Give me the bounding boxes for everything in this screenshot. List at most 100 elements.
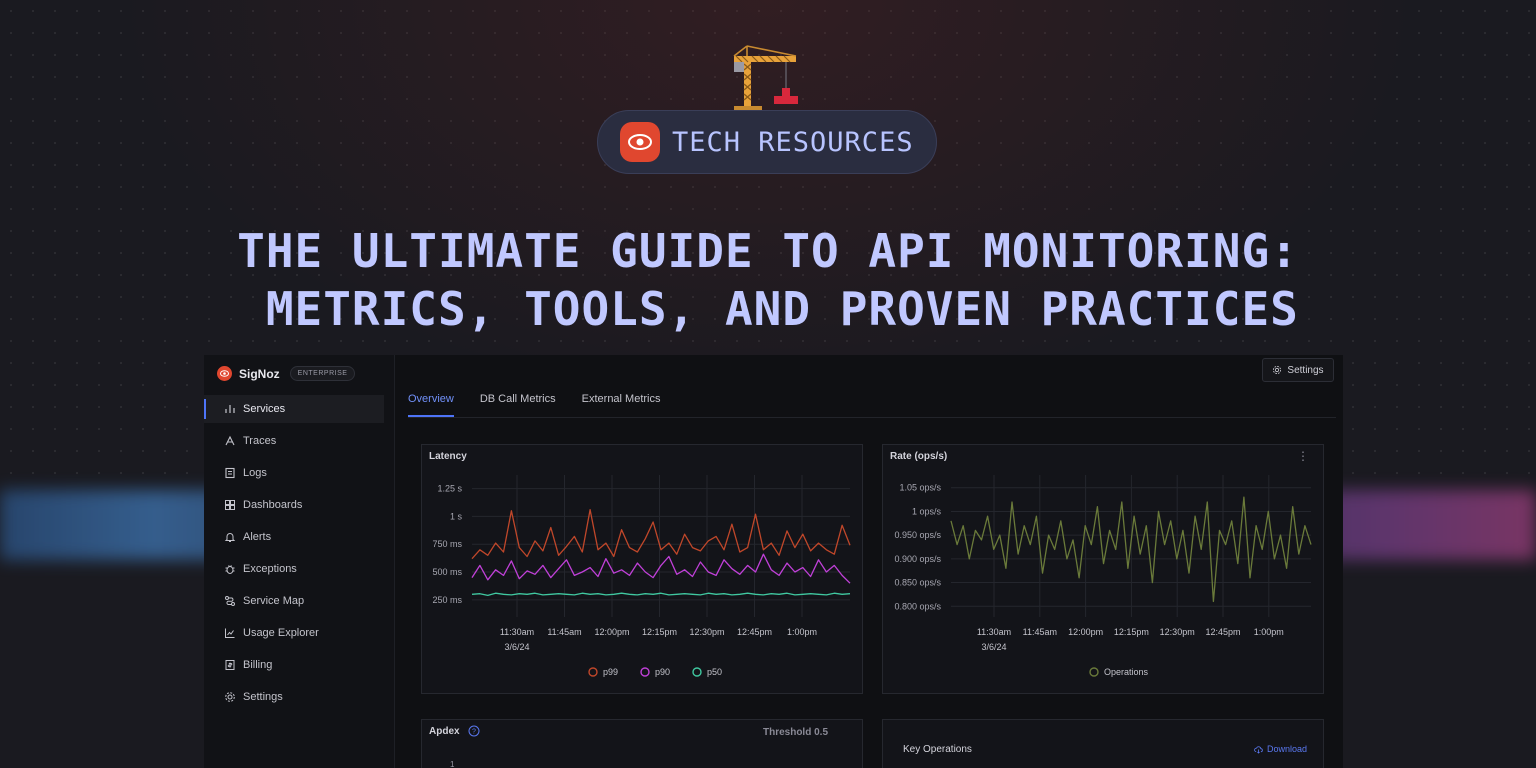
sidebar-item-billing[interactable]: Billing [204, 651, 394, 679]
settings-button-label: Settings [1287, 364, 1324, 376]
signoz-app-window: SigNoz ENTERPRISE Services Traces Logs D… [204, 355, 1343, 768]
sidebar-item-label: Logs [243, 467, 267, 479]
gear-icon [224, 691, 236, 703]
rate-panel: Rate (ops/s) ⋮ 1.05 ops/s 1 ops/s 0.950 op… [882, 444, 1324, 694]
bell-icon [224, 531, 236, 543]
settings-button[interactable]: Settings [1262, 358, 1334, 382]
sidebar-item-usage-explorer[interactable]: Usage Explorer [204, 619, 394, 647]
latency-chart[interactable]: 1.25 s 1 s 750 ms 500 ms 250 ms 11:30am 11:45a… [422, 445, 862, 693]
sidebar-item-services[interactable]: Services [204, 395, 384, 423]
x-tick-label: 11:45am [1023, 627, 1057, 637]
y-tick-label: 0.850 ops/s [894, 578, 941, 588]
usage-chart-icon [224, 627, 236, 639]
brand-name: SigNoz [239, 366, 280, 381]
download-button[interactable]: Download [1254, 744, 1307, 754]
traces-icon [224, 435, 236, 447]
y-tick-label: 250 ms [432, 595, 462, 605]
y-tick-label: 1.25 s [437, 484, 462, 494]
y-tick-label: 0.900 ops/s [894, 554, 941, 564]
main-content: Settings Overview DB Call Metrics Extern… [395, 355, 1343, 768]
enterprise-badge: ENTERPRISE [289, 366, 356, 381]
apdex-title: Apdex [429, 726, 460, 737]
sidebar-nav: Services Traces Logs Dashboards Alerts E… [204, 395, 394, 715]
series-line-p99[interactable] [471, 509, 851, 560]
dashboards-icon [224, 499, 236, 511]
sidebar: SigNoz ENTERPRISE Services Traces Logs D… [204, 355, 395, 768]
tab-bar: Overview DB Call Metrics External Metric… [408, 393, 687, 417]
series-line-p90[interactable] [471, 553, 851, 584]
sidebar-item-settings[interactable]: Settings [204, 683, 394, 711]
sidebar-item-service-map[interactable]: Service Map [204, 587, 394, 615]
sidebar-item-label: Traces [243, 435, 277, 447]
cloud-download-icon [1254, 745, 1263, 754]
x-tick-label: 12:00pm [1068, 627, 1103, 637]
x-tick-label: 11:30am [977, 627, 1011, 637]
route-icon [224, 595, 236, 607]
y-tick-label: 500 ms [432, 567, 462, 577]
sidebar-item-label: Service Map [243, 595, 305, 607]
sidebar-item-alerts[interactable]: Alerts [204, 523, 394, 551]
tab-external-metrics[interactable]: External Metrics [582, 393, 661, 417]
help-icon[interactable]: ? [468, 725, 480, 737]
sidebar-item-label: Exceptions [243, 563, 297, 575]
tech-resources-badge: TECH RESOURCES [597, 110, 937, 174]
x-date-label: 3/6/24 [504, 642, 529, 652]
receipt-icon [224, 659, 236, 671]
x-tick-label: 12:00pm [594, 627, 629, 637]
sidebar-item-label: Billing [243, 659, 273, 671]
x-tick-label: 12:30pm [689, 627, 724, 637]
sidebar-item-label: Alerts [243, 531, 272, 543]
key-operations-panel: Key Operations Download [882, 719, 1324, 768]
svg-text:?: ? [472, 729, 476, 736]
x-tick-label: 12:15pm [642, 627, 677, 637]
rate-chart[interactable]: 1.05 ops/s 1 ops/s 0.950 ops/s 0.900 ops/s 0… [883, 445, 1323, 693]
legend-marker[interactable] [640, 667, 650, 677]
headline-line-1: THE ULTIMATE GUIDE TO API MONITORING: [237, 224, 1299, 278]
key-operations-title: Key Operations [903, 744, 972, 755]
x-tick-label: 12:45pm [737, 627, 772, 637]
y-tick-label: 1 ops/s [912, 506, 942, 516]
x-tick-label: 11:30am [500, 627, 534, 637]
download-label: Download [1266, 744, 1307, 754]
bar-chart-icon [224, 403, 236, 415]
latency-panel: Latency 1.25 s1 s 750 ms 500 ms 250 ms 11:30… [421, 444, 863, 694]
apdex-panel: Apdex ? Threshold 0.5 1 [421, 719, 863, 768]
legend-marker[interactable] [1089, 667, 1099, 677]
sidebar-item-label: Services [243, 403, 286, 415]
y-tick-label: 0.800 ops/s [894, 601, 941, 611]
series-line-p50[interactable] [471, 592, 851, 597]
tab-overview[interactable]: Overview [408, 393, 454, 417]
x-tick-label: 12:30pm [1160, 627, 1195, 637]
tab-db-call-metrics[interactable]: DB Call Metrics [480, 393, 556, 417]
logs-icon [224, 467, 236, 479]
y-tick-label: 1 s [450, 511, 463, 521]
crane-icon [733, 45, 798, 110]
sidebar-item-dashboards[interactable]: Dashboards [204, 491, 394, 519]
sidebar-item-label: Settings [243, 691, 283, 703]
apdex-threshold: Threshold 0.5 [762, 727, 828, 738]
legend-label[interactable]: p90 [655, 667, 670, 677]
legend-marker[interactable] [692, 667, 702, 677]
legend-label[interactable]: p99 [603, 667, 618, 677]
signoz-logo-icon [217, 366, 232, 381]
legend-label[interactable]: p50 [707, 667, 722, 677]
legend-marker[interactable] [588, 667, 598, 677]
x-tick-label: 1:00pm [787, 627, 817, 637]
eye-logo-icon [620, 122, 660, 162]
x-date-label: 3/6/24 [981, 642, 1006, 652]
legend-label[interactable]: Operations [1104, 667, 1149, 677]
x-tick-label: 12:15pm [1114, 627, 1149, 637]
tab-divider [408, 417, 1336, 418]
brand[interactable]: SigNoz ENTERPRISE [217, 366, 356, 381]
y-tick-label: 750 ms [432, 539, 462, 549]
sidebar-item-exceptions[interactable]: Exceptions [204, 555, 394, 583]
sidebar-item-logs[interactable]: Logs [204, 459, 394, 487]
badge-text: TECH RESOURCES [672, 126, 914, 158]
x-tick-label: 12:45pm [1205, 627, 1240, 637]
x-tick-label: 1:00pm [1254, 627, 1284, 637]
sidebar-item-label: Dashboards [243, 499, 303, 511]
sidebar-item-traces[interactable]: Traces [204, 427, 394, 455]
bug-icon [224, 563, 236, 575]
gear-icon [1273, 365, 1282, 375]
y-tick-label: 1.05 ops/s [899, 483, 941, 493]
